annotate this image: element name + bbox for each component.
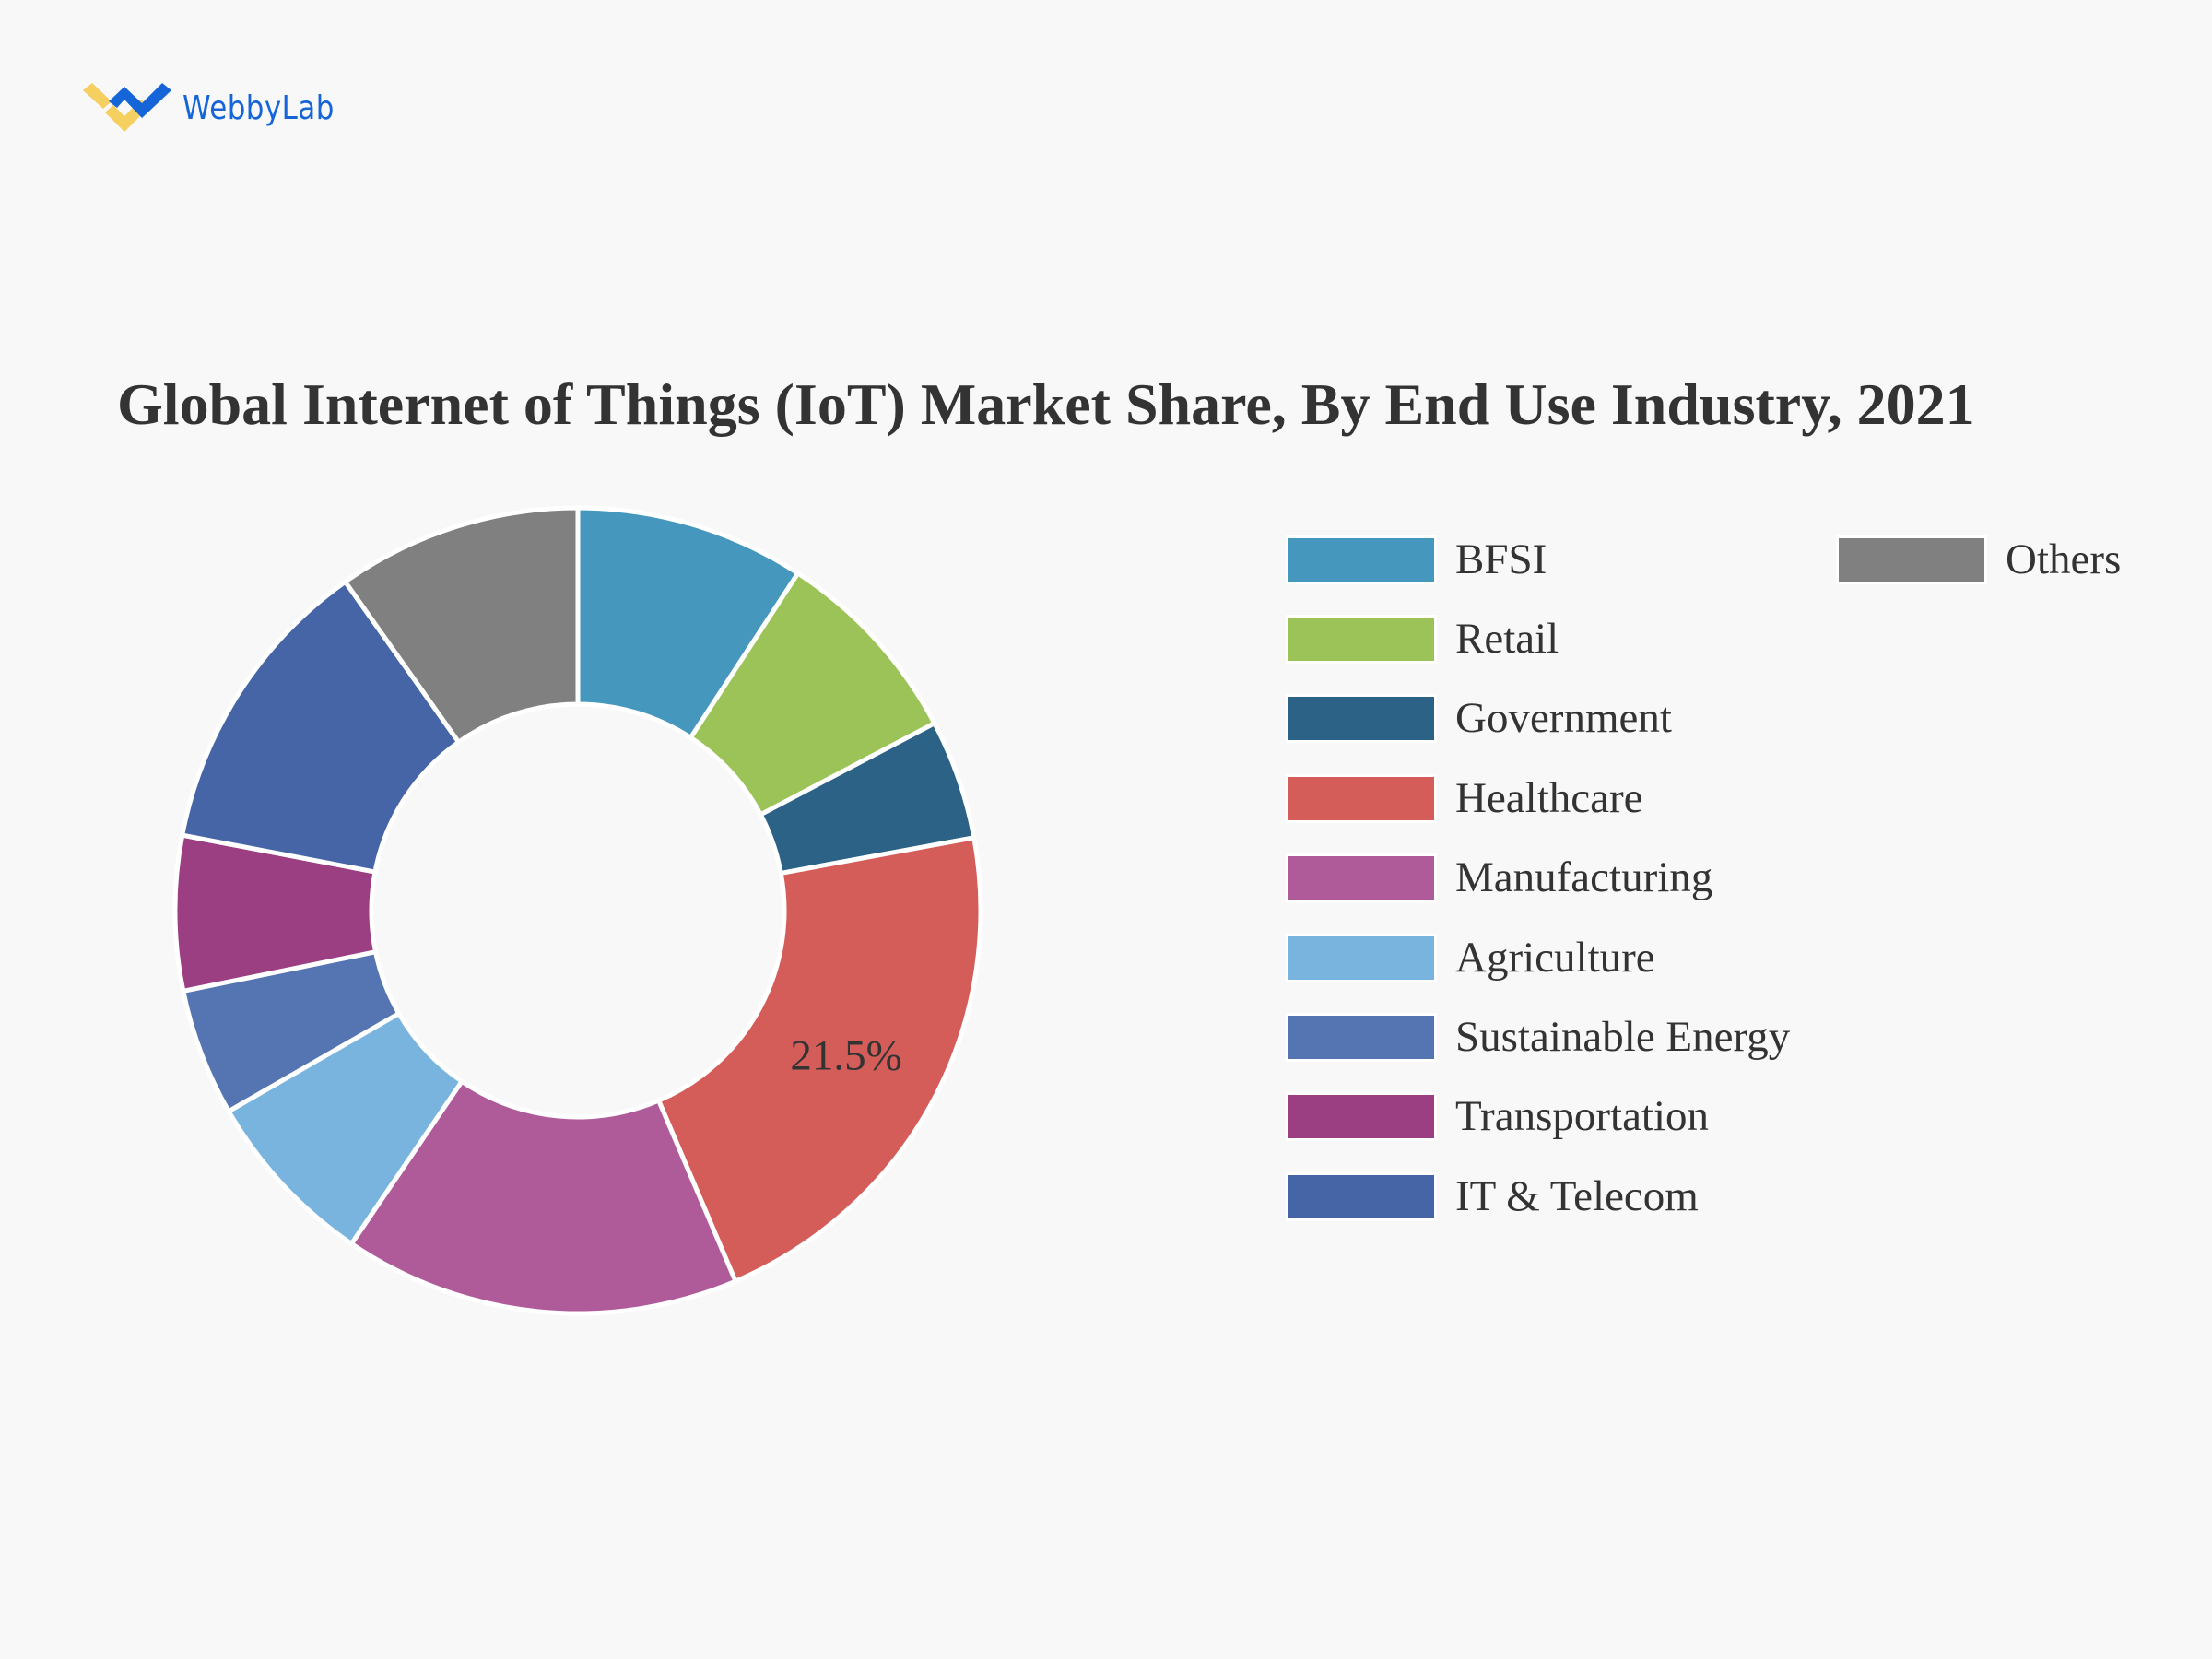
- legend-swatch: [1836, 535, 1987, 584]
- legend-label: Transportation: [1455, 1092, 1710, 1141]
- legend-swatch: [1286, 773, 1437, 823]
- legend-item-bfsi[interactable]: BFSI: [1286, 535, 1547, 584]
- legend-item-transportation[interactable]: Transportation: [1286, 1092, 1710, 1142]
- legend-item-manufacturing[interactable]: Manufacturing: [1286, 853, 1713, 903]
- donut-data-labels: 21.5%: [790, 1031, 901, 1079]
- legend-swatch: [1286, 1092, 1437, 1142]
- legend-label: Agriculture: [1455, 933, 1655, 982]
- legend-item-it-and-telecom[interactable]: IT & Telecom: [1286, 1171, 1699, 1221]
- legend-label: Government: [1455, 694, 1672, 743]
- legend-item-retail[interactable]: Retail: [1286, 614, 1559, 664]
- legend-label: Others: [2006, 535, 2122, 583]
- legend-item-sustainable-energy[interactable]: Sustainable Energy: [1286, 1012, 1791, 1062]
- legend-label: BFSI: [1455, 535, 1547, 583]
- legend-swatch: [1286, 933, 1437, 982]
- legend-label: Sustainable Energy: [1455, 1012, 1791, 1061]
- legend-item-government[interactable]: Government: [1286, 694, 1672, 744]
- legend-swatch: [1286, 535, 1437, 584]
- legend-item-others[interactable]: Others: [1836, 535, 2122, 584]
- legend-label: Retail: [1455, 614, 1559, 663]
- legend-label: Healthcare: [1455, 773, 1643, 822]
- donut-slices: [172, 505, 983, 1316]
- legend-item-agriculture[interactable]: Agriculture: [1286, 933, 1655, 982]
- legend-swatch: [1286, 1012, 1437, 1062]
- legend-swatch: [1286, 853, 1437, 903]
- legend-label: Manufacturing: [1455, 853, 1713, 902]
- legend-swatch: [1286, 694, 1437, 744]
- legend-swatch: [1286, 614, 1437, 664]
- data-label-healthcare: 21.5%: [790, 1031, 901, 1079]
- legend-item-healthcare[interactable]: Healthcare: [1286, 773, 1643, 823]
- legend-swatch: [1286, 1171, 1437, 1221]
- legend-label: IT & Telecom: [1455, 1171, 1699, 1220]
- donut-chart: 21.5%: [172, 505, 983, 1316]
